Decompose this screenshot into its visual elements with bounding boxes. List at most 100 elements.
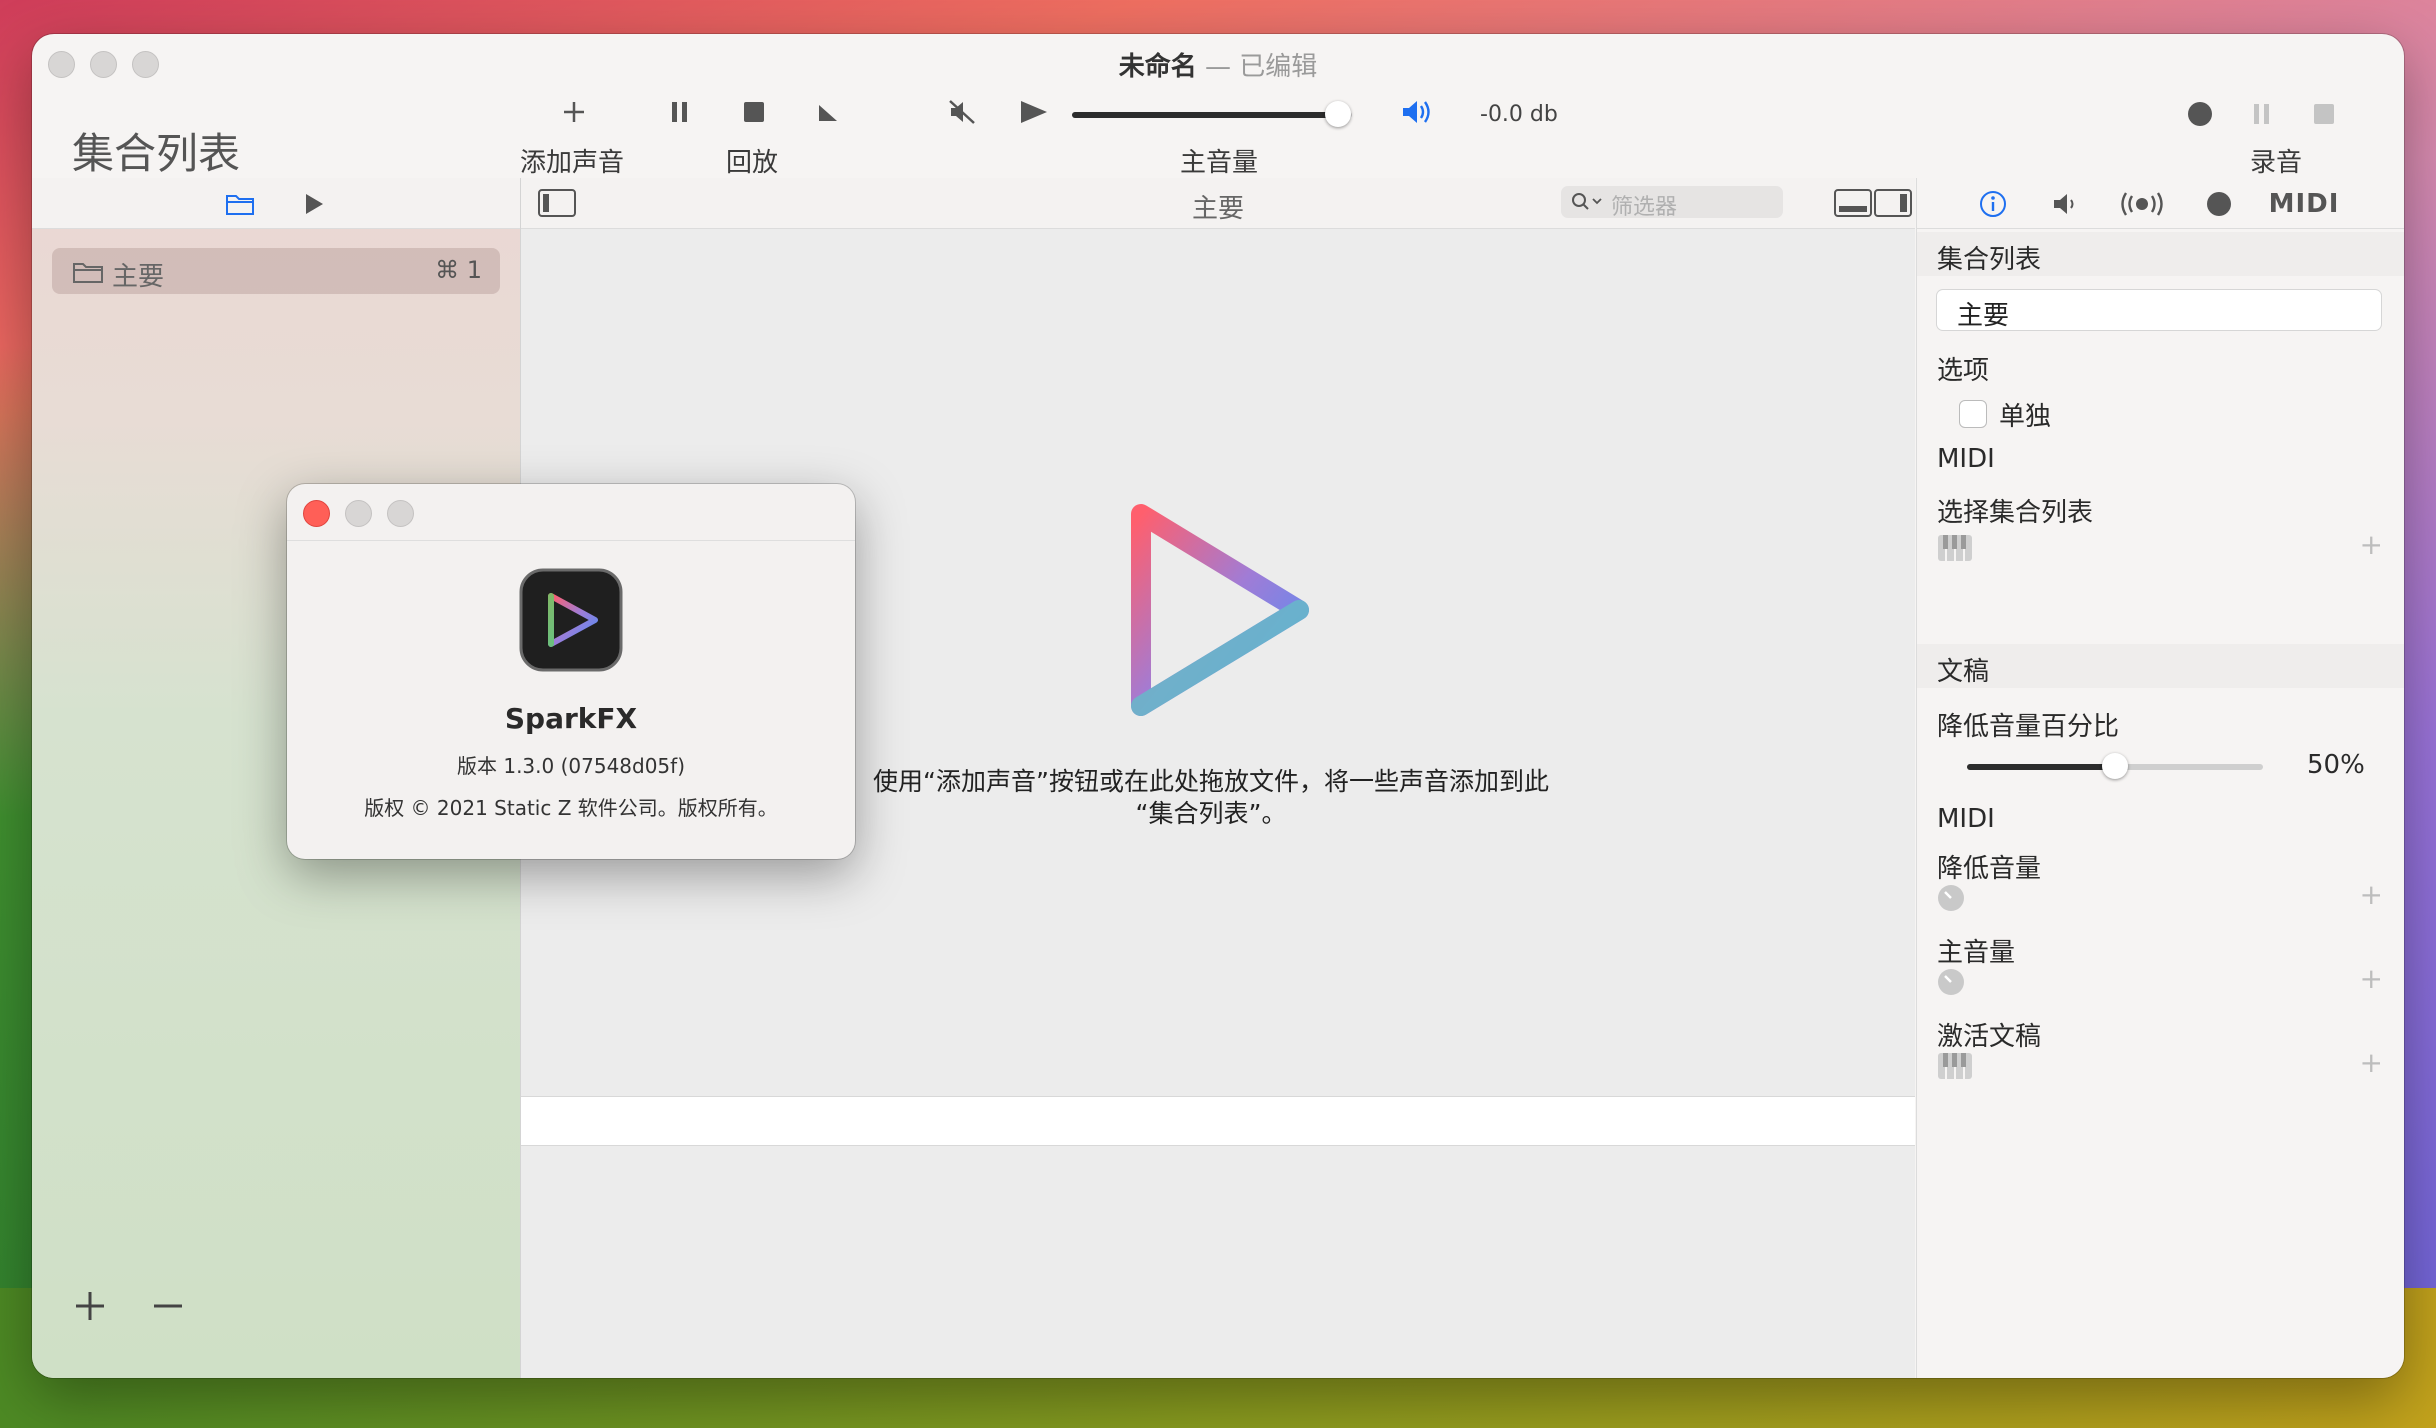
play-icon [1021, 101, 1047, 123]
activate-script-label: 激活文稿 [1937, 1022, 2042, 1052]
about-titlebar [287, 484, 855, 541]
pause-icon [2254, 104, 2269, 124]
plus-icon [564, 102, 584, 122]
app-version: 版本 1.3.0 (07548d05f) [456, 754, 686, 778]
play-icon [306, 194, 323, 214]
tab-info[interactable] [1975, 186, 2011, 222]
playing-tab[interactable] [296, 186, 332, 222]
setlists-tab[interactable] [222, 186, 258, 222]
record-label: 录音 [2250, 148, 2303, 178]
add-setlist-button[interactable] [70, 1286, 110, 1326]
empty-hint: 使用“添加声音”按钮或在此处拖放文件，将一些声音添加到此 “集合列表”。 [761, 766, 1661, 830]
plus-icon [76, 1292, 104, 1320]
pause-button[interactable] [662, 94, 698, 130]
fade-out-button[interactable] [810, 94, 846, 130]
bottom-panel [521, 1096, 1915, 1146]
section-setlist-title: 集合列表 [1937, 245, 2042, 275]
duck-percent-knob[interactable] [2102, 753, 2128, 779]
inspector-tabs: MIDI [1917, 178, 2404, 229]
record-pause-button[interactable] [2244, 96, 2280, 132]
midi-icon: MIDI [2268, 189, 2340, 219]
remove-setlist-button[interactable] [148, 1286, 188, 1326]
stop-icon [744, 102, 764, 122]
solo-label: 单独 [1999, 402, 2052, 432]
filter-placeholder: 筛选器 [1611, 195, 1678, 220]
duck-volume-label: 降低音量 [1937, 854, 2042, 884]
speaker-icon [2054, 194, 2074, 214]
broadcast-icon [2121, 192, 2163, 216]
volume-button[interactable] [1398, 94, 1438, 130]
app-name: SparkFX [504, 702, 638, 735]
minus-icon [154, 1304, 182, 1308]
add-midi-setlist-button[interactable]: + [2360, 528, 2383, 561]
empty-hint-line-2: “集合列表”。 [1135, 799, 1287, 828]
section-script: 文稿 [1917, 644, 2404, 688]
bottom-panel-icon [1834, 189, 1872, 217]
add-activate-script-midi-button[interactable]: + [2360, 1046, 2383, 1079]
playback-label: 回放 [726, 148, 779, 178]
solo-checkbox[interactable] [1959, 400, 1987, 428]
toggle-inspector-button[interactable] [1873, 186, 1913, 220]
about-zoom-button[interactable] [387, 500, 414, 527]
app-icon [519, 568, 623, 672]
stop-icon [2314, 104, 2334, 124]
volume-knob[interactable] [1325, 101, 1351, 127]
options-label: 选项 [1937, 356, 1990, 386]
inspector-panel-icon [1874, 189, 1912, 217]
duck-percent-fill [1967, 764, 2115, 770]
page-title: 集合列表 [72, 129, 241, 178]
add-master-volume-midi-button[interactable]: + [2360, 962, 2383, 995]
duck-percent-value: 50% [2307, 750, 2365, 780]
folder-icon [226, 195, 254, 215]
duck-percent-label: 降低音量百分比 [1937, 712, 2120, 742]
tab-midi[interactable]: MIDI [2269, 186, 2339, 222]
stop-button[interactable] [736, 94, 772, 130]
speaker-loud-icon [1403, 101, 1430, 123]
record-icon [2188, 102, 2212, 126]
master-volume-label: 主音量 [1180, 148, 1259, 178]
knob-icon [1938, 969, 1964, 995]
mute-icon [949, 100, 975, 124]
empty-hint-line-1: 使用“添加声音”按钮或在此处拖放文件，将一些声音添加到此 [873, 767, 1549, 796]
volume-fill [1072, 112, 1338, 118]
toggle-bottom-panel-button[interactable] [1833, 186, 1873, 220]
title-separator: — [1205, 52, 1231, 82]
edited-status: 已编辑 [1239, 52, 1318, 82]
setlist-name-field[interactable]: 主要 [1937, 290, 2381, 331]
app-copyright: 版权 © 2021 Static Z 软件公司。版权所有。 [364, 796, 778, 820]
sidebar-item-main[interactable]: 主要 ⌘ 1 [52, 248, 500, 294]
record-stop-button[interactable] [2306, 96, 2342, 132]
duck-percent-slider[interactable] [1967, 753, 2263, 779]
master-volume-slider[interactable] [1072, 101, 1352, 127]
master-volume-midi-label: 主音量 [1937, 938, 2016, 968]
section-setlist: 集合列表 [1917, 232, 2404, 276]
add-duck-volume-midi-button[interactable]: + [2360, 878, 2383, 911]
sidebar-item-shortcut: ⌘ 1 [435, 256, 482, 284]
pause-icon [672, 102, 687, 122]
setlist-name-value: 主要 [1957, 301, 2010, 331]
tab-output[interactable] [2119, 186, 2165, 222]
large-play-icon [1131, 504, 1309, 716]
about-close-button[interactable] [303, 500, 330, 527]
window-title: 未命名 — 已编辑 [32, 46, 2404, 83]
folder-icon [73, 263, 103, 283]
volume-db-readout: -0.0 db [1480, 102, 1558, 127]
tab-record[interactable] [2201, 186, 2237, 222]
search-icon [1572, 193, 1602, 210]
about-minimize-button[interactable] [345, 500, 372, 527]
about-dialog: SparkFX 版本 1.3.0 (07548d05f) 版权 © 2021 S… [287, 484, 855, 859]
record-button[interactable] [2182, 96, 2218, 132]
tab-audio[interactable] [2047, 186, 2083, 222]
info-icon [1980, 191, 2006, 217]
midi-label: MIDI [1937, 444, 1995, 474]
main-window: 未命名 — 已编辑 集合列表 添加声音 回放 -0.0 db 主音量 录音 主要… [32, 34, 2404, 1378]
sidebar-header [32, 178, 520, 229]
add-sound-button[interactable] [556, 94, 592, 130]
main-header: 主要 筛选器 [521, 178, 1915, 229]
mute-button[interactable] [942, 94, 982, 130]
section-script-title: 文稿 [1937, 657, 1990, 687]
midi-label-script: MIDI [1937, 804, 1995, 834]
fade-icon [819, 105, 837, 121]
play-button[interactable] [1014, 94, 1054, 130]
filter-field[interactable]: 筛选器 [1561, 186, 1783, 220]
